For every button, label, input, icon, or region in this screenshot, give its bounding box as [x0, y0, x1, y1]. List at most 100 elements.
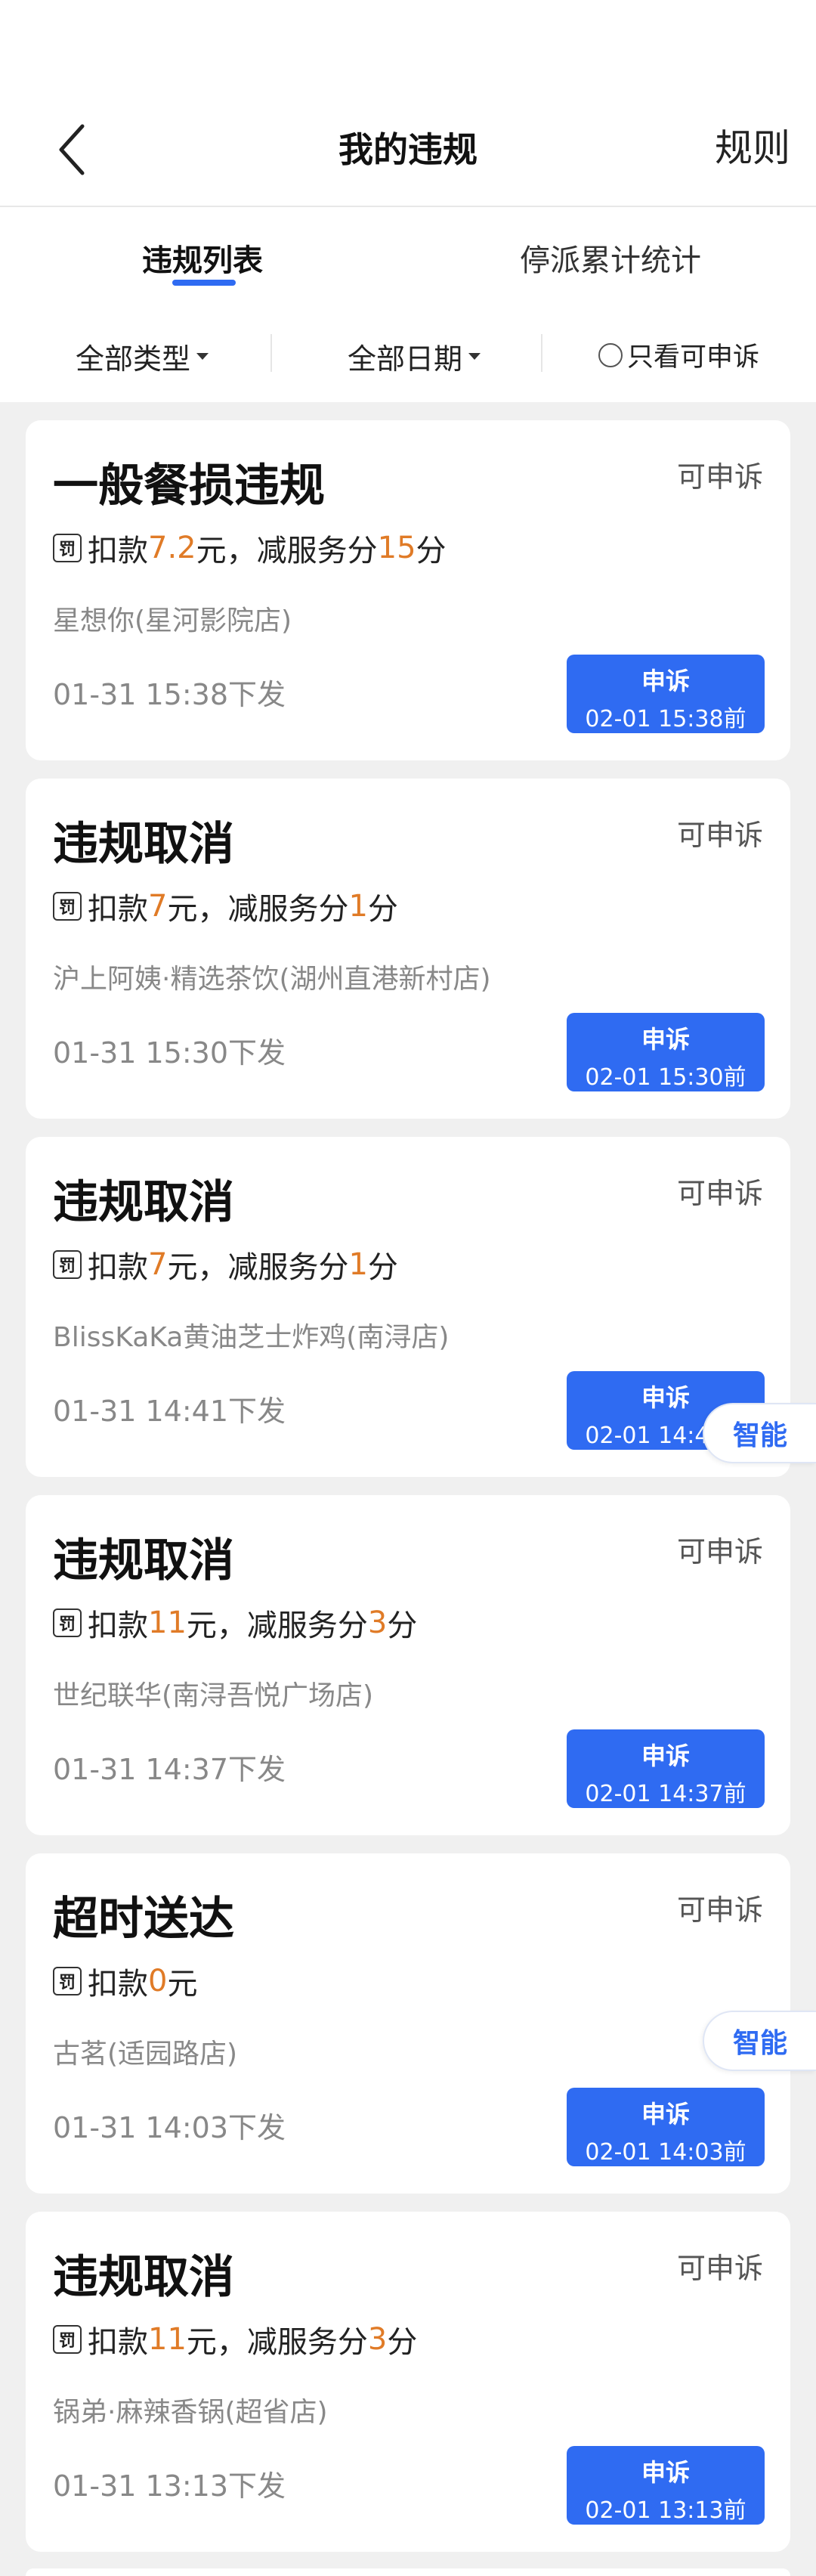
appeal-deadline: 02-01 14:37前 [585, 1781, 746, 1807]
deduct-amount: 7.2 [148, 531, 196, 565]
appeal-label: 申诉 [641, 1742, 690, 1770]
penalty-line: 罚 扣款 7 元 ，减服务分 1 分 [53, 1243, 398, 1286]
deduct-amount: 0 [148, 1964, 168, 1999]
issued-time: 01-31 15:38下发 [53, 678, 286, 711]
issued-time: 01-31 14:41下发 [53, 1395, 286, 1428]
appeal-button[interactable]: 申诉 02-01 14:37前 [567, 1729, 765, 1808]
appeal-deadline: 02-01 15:30前 [585, 1064, 746, 1091]
points-unit: 分 [387, 2325, 418, 2360]
shop-name: 锅弟·麻辣香锅(超省店) [53, 2397, 328, 2428]
penalty-line: 罚 扣款 7.2 元 ，减服务分 15 分 [53, 526, 447, 570]
fine-icon: 罚 [53, 1608, 82, 1637]
fine-icon: 罚 [53, 2325, 82, 2354]
fine-icon: 罚 [53, 534, 82, 562]
shop-name: 沪上阿姨·精选茶饮(湖州直港新村店) [53, 964, 491, 995]
points-unit: 分 [387, 1608, 418, 1643]
violation-title: 违规取消 [53, 818, 234, 871]
points-label: ，减服务分 [226, 534, 378, 568]
violation-card[interactable]: 违规取消 可申诉 罚 扣款 11 元 ，减服务分 3 分 世纪联华(南浔吾悦广场… [26, 1495, 790, 1835]
points-amount: 3 [367, 1605, 388, 1640]
points-unit: 分 [416, 534, 447, 568]
page-title: 我的违规 [338, 129, 478, 170]
violation-title: 违规取消 [53, 1176, 234, 1229]
points-amount: 1 [348, 1247, 368, 1282]
caret-down-icon [196, 353, 209, 360]
header-area: 我的违规 规则 违规列表 停派累计统计 全部类型 全部日期 只看可申诉 [0, 0, 816, 402]
deduct-label: 扣款 [88, 892, 148, 927]
issued-time: 01-31 15:30下发 [53, 1036, 286, 1070]
issued-time: 01-31 14:03下发 [53, 2111, 286, 2144]
violation-card[interactable]: 超时送达 可申诉 罚 扣款 0 元 古茗(适园路店) 01-31 14:03下发… [26, 1853, 790, 2194]
violation-card[interactable]: 一般餐损违规 可申诉 罚 扣款 7.2 元 ，减服务分 15 分 星想你(星河影… [26, 420, 790, 760]
points-amount: 1 [348, 889, 368, 924]
deduct-amount: 11 [148, 1605, 187, 1640]
rules-button[interactable]: 规则 [715, 118, 790, 172]
deduct-label: 扣款 [88, 1967, 148, 2002]
tab-dispatch-stats[interactable]: 停派累计统计 [520, 236, 701, 280]
smart-assistant-tab[interactable]: 智能 [703, 1403, 816, 1463]
appeal-button[interactable]: 申诉 02-01 15:30前 [567, 1013, 765, 1091]
issued-time: 01-31 13:13下发 [53, 2469, 286, 2503]
violation-title: 违规取消 [53, 2251, 234, 2304]
status-badge: 可申诉 [676, 1535, 763, 1568]
violation-title: 违规取消 [53, 1534, 234, 1587]
violation-card[interactable]: 违规取消 可申诉 罚 扣款 7 元 ，减服务分 1 分 BlissKaKa黄油芝… [26, 1137, 790, 1477]
deduct-amount: 11 [148, 2322, 187, 2357]
deduct-unit: 元 [167, 1967, 198, 2002]
points-amount: 15 [377, 531, 416, 565]
status-badge: 可申诉 [676, 1177, 763, 1210]
fine-icon: 罚 [53, 1250, 82, 1279]
type-filter-dropdown[interactable]: 全部类型 [76, 336, 209, 377]
deduct-label: 扣款 [88, 534, 148, 568]
deduct-label: 扣款 [88, 2325, 148, 2360]
nav-bar: 我的违规 规则 [0, 91, 816, 207]
fine-icon: 罚 [53, 892, 82, 921]
deduct-unit: 元 [167, 1250, 198, 1285]
appeal-deadline: 02-01 15:38前 [585, 706, 746, 732]
appeal-button[interactable]: 申诉 02-01 14:03前 [567, 2088, 765, 2166]
appealable-only-toggle[interactable]: 只看可申诉 [598, 336, 759, 374]
deduct-amount: 7 [148, 1247, 168, 1282]
points-label: ，减服务分 [216, 2325, 368, 2360]
points-label: ，减服务分 [197, 892, 349, 927]
penalty-line: 罚 扣款 7 元 ，减服务分 1 分 [53, 884, 398, 928]
shop-name: BlissKaKa黄油芝士炸鸡(南浔店) [53, 1322, 450, 1353]
appeal-button[interactable]: 申诉 02-01 13:13前 [567, 2446, 765, 2525]
violation-card[interactable]: 违规取消 可申诉 罚 扣款 7 元 ，减服务分 1 分 沪上阿姨·精选茶饮(湖州… [26, 779, 790, 1119]
deduct-unit: 元 [167, 892, 198, 927]
issued-time: 01-31 14:37下发 [53, 1753, 286, 1786]
status-badge: 可申诉 [676, 2252, 763, 2285]
deduct-unit: 元 [186, 2325, 217, 2360]
date-filter-dropdown[interactable]: 全部日期 [348, 336, 481, 377]
appealable-only-label: 只看可申诉 [627, 342, 760, 373]
tab-violation-list[interactable]: 违规列表 [142, 236, 263, 280]
penalty-line: 罚 扣款 11 元 ，减服务分 3 分 [53, 1601, 417, 1645]
deduct-unit: 元 [186, 1608, 217, 1643]
violation-title: 一般餐损违规 [53, 460, 325, 512]
shop-name: 星想你(星河影院店) [53, 605, 292, 636]
fine-icon: 罚 [53, 1967, 82, 1995]
filter-divider [270, 334, 272, 372]
points-unit: 分 [367, 1250, 398, 1285]
tab-bar: 违规列表 停派累计统计 [0, 209, 816, 299]
status-bar [0, 0, 816, 91]
radio-icon[interactable] [598, 342, 623, 367]
violation-card[interactable]: 违规取消 可申诉 罚 扣款 11 元 ，减服务分 3 分 锅弟·麻辣香锅(超省店… [26, 2212, 790, 2552]
penalty-line: 罚 扣款 11 元 ，减服务分 3 分 [53, 2317, 417, 2361]
deduct-amount: 7 [148, 889, 168, 924]
smart-assistant-tab[interactable]: 智能 [703, 2011, 816, 2071]
penalty-line: 罚 扣款 0 元 [53, 1959, 197, 2003]
appeal-button[interactable]: 申诉 02-01 15:38前 [567, 655, 765, 733]
status-badge: 可申诉 [676, 1893, 763, 1927]
violation-card[interactable] [26, 2568, 790, 2576]
type-filter-label: 全部类型 [76, 342, 191, 376]
appeal-label: 申诉 [641, 2100, 690, 2129]
appeal-label: 申诉 [641, 667, 690, 695]
status-badge: 可申诉 [676, 460, 763, 494]
appeal-label: 申诉 [641, 2458, 690, 2487]
violation-title: 超时送达 [53, 1893, 234, 1946]
shop-name: 古茗(适园路店) [53, 2039, 238, 2070]
caret-down-icon [468, 353, 481, 360]
active-tab-indicator [172, 280, 236, 286]
deduct-unit: 元 [196, 534, 227, 568]
